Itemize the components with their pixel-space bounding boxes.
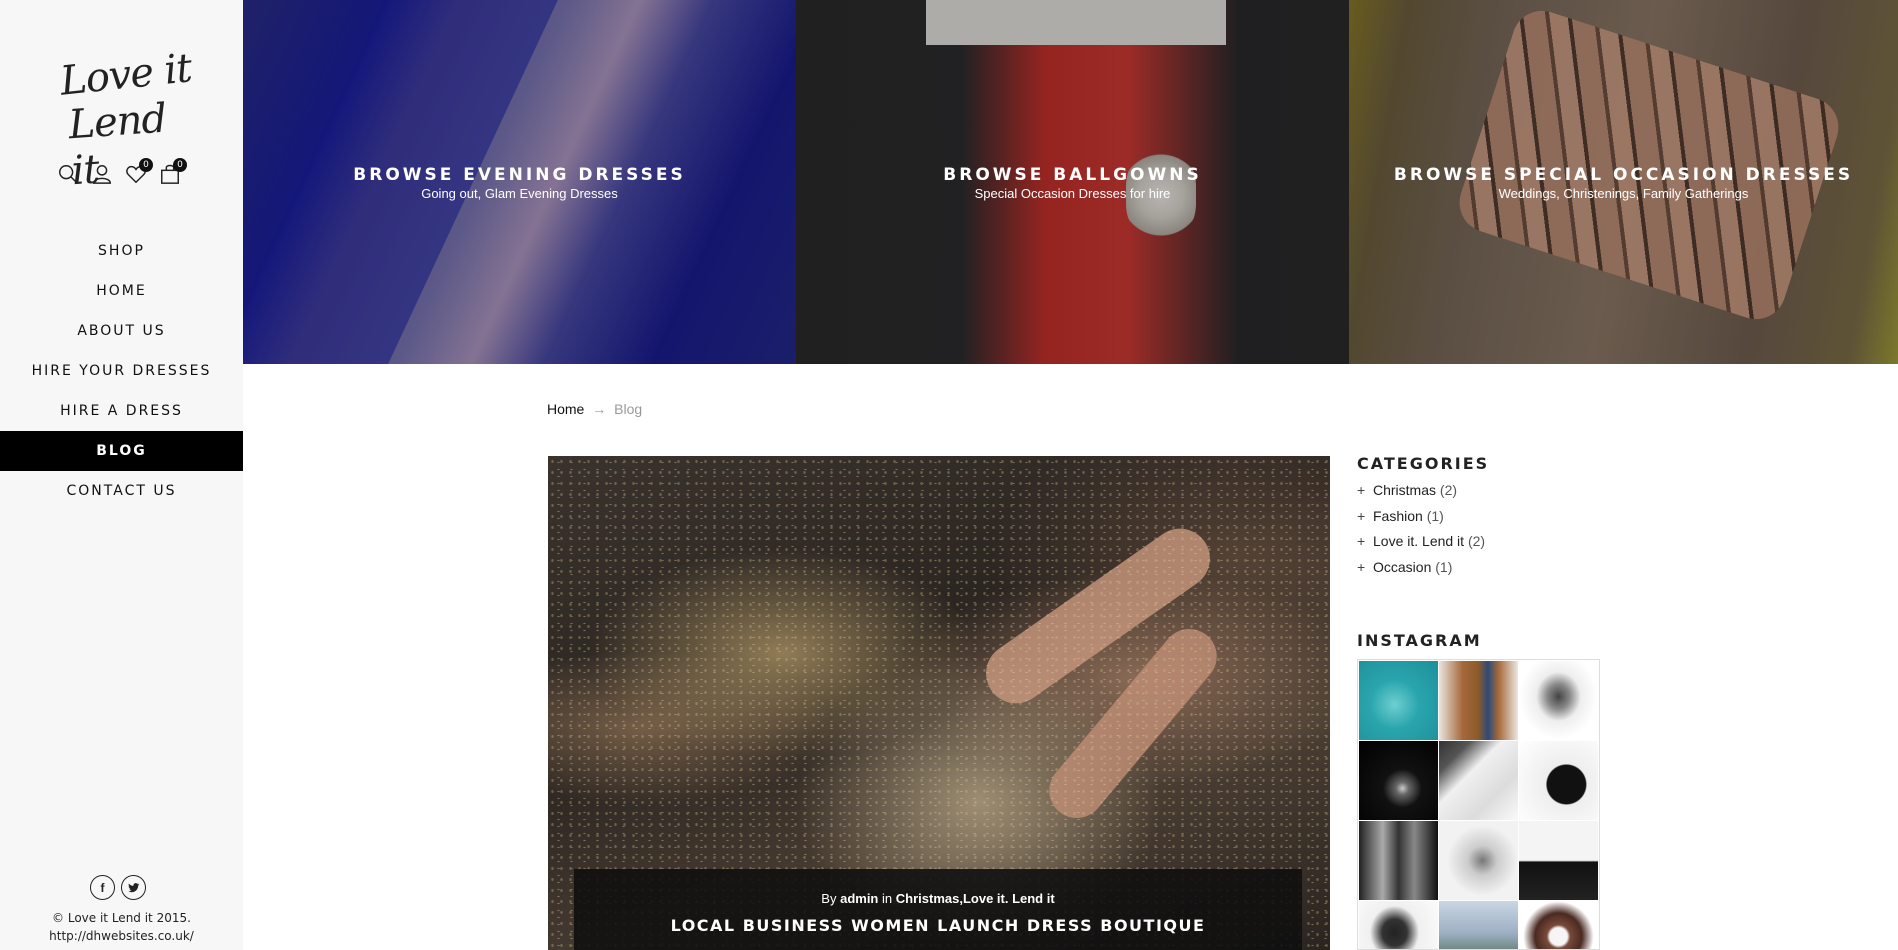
banner-caption: BROWSE BALLGOWNS Special Occasion Dresse…	[796, 165, 1349, 201]
instagram-photo[interactable]	[1519, 901, 1598, 949]
breadcrumb-current: Blog	[614, 401, 643, 417]
categories-widget-title: CATEGORIES	[1357, 454, 1490, 473]
plus-icon: +	[1357, 533, 1366, 549]
instagram-grid	[1357, 659, 1600, 950]
site-logo[interactable]: Love it Lend it	[54, 45, 194, 194]
bag-icon[interactable]: 0	[159, 158, 187, 187]
instagram-widget-title: INSTAGRAM	[1357, 631, 1482, 650]
breadcrumb: Home → Blog	[547, 401, 642, 417]
banner-ballgowns[interactable]: BROWSE BALLGOWNS Special Occasion Dresse…	[796, 0, 1349, 364]
social-links: f	[90, 875, 146, 900]
banner-subtitle: Going out, Glam Evening Dresses	[421, 186, 618, 201]
categories-list: + Christmas (2) + Fashion (1) + Love it. Le…	[1357, 482, 1485, 584]
cart-count-badge: 0	[173, 158, 187, 172]
main-nav: SHOP HOME ABOUT US HIRE YOUR DRESSES HIR…	[0, 231, 243, 511]
facebook-icon[interactable]: f	[90, 875, 115, 900]
copyright-line: © Love it Lend it 2015.	[52, 911, 191, 925]
banner-title: BROWSE BALLGOWNS	[943, 165, 1202, 185]
post-category-links[interactable]: Christmas,Love it. Lend it	[896, 891, 1055, 906]
instagram-photo[interactable]	[1439, 741, 1518, 820]
plus-icon: +	[1357, 507, 1366, 524]
banner-subtitle: Weddings, Christenings, Family Gathering…	[1498, 186, 1749, 201]
nav-item-hire-a-dress[interactable]: HIRE A DRESS	[0, 391, 243, 431]
twitter-icon[interactable]	[121, 875, 146, 900]
instagram-photo[interactable]	[1519, 821, 1598, 900]
breadcrumb-arrow-icon: →	[592, 401, 607, 417]
user-icon[interactable]	[91, 163, 113, 187]
category-item[interactable]: + Fashion (1)	[1357, 508, 1485, 534]
plus-icon: +	[1357, 558, 1366, 575]
instagram-photo[interactable]	[1519, 661, 1598, 740]
post-title[interactable]: LOCAL BUSINESS WOMEN LAUNCH DRESS BOUTIQ…	[574, 916, 1302, 935]
copyright-text: © Love it Lend it 2015. http://dhwebsite…	[0, 909, 243, 945]
credit-link[interactable]: http://dhwebsites.co.uk/	[0, 927, 243, 945]
instagram-photo[interactable]	[1359, 741, 1438, 820]
banner-caption: BROWSE EVENING DRESSES Going out, Glam E…	[243, 165, 796, 201]
post-byline: By admin in Christmas,Love it. Lend it	[821, 891, 1055, 906]
instagram-photo[interactable]	[1439, 821, 1518, 900]
plus-icon: +	[1357, 482, 1366, 498]
banner-title: BROWSE EVENING DRESSES	[353, 165, 686, 185]
banner-title: BROWSE SPECIAL OCCASION DRESSES	[1393, 165, 1854, 185]
nav-item-about-us[interactable]: ABOUT US	[0, 311, 243, 351]
nav-item-hire-your-dresses[interactable]: HIRE YOUR DRESSES	[0, 351, 243, 391]
breadcrumb-home-link[interactable]: Home	[547, 401, 584, 417]
banner-evening-dresses[interactable]: BROWSE EVENING DRESSES Going out, Glam E…	[243, 0, 796, 364]
sidebar: Love it Lend it 0 0 SHOP HOME ABOUT US H…	[0, 0, 243, 950]
nav-item-home[interactable]: HOME	[0, 271, 243, 311]
category-item[interactable]: + Love it. Lend it (2)	[1357, 533, 1485, 559]
search-icon[interactable]	[57, 163, 79, 187]
nav-item-blog[interactable]: BLOG	[0, 431, 243, 471]
heart-icon[interactable]: 0	[125, 158, 153, 187]
instagram-photo[interactable]	[1359, 901, 1438, 949]
banner-caption: BROWSE SPECIAL OCCASION DRESSES Weddings…	[1349, 165, 1898, 201]
post-author-link[interactable]: admin	[840, 891, 878, 906]
post-meta-overlay: By admin in Christmas,Love it. Lend it L…	[574, 869, 1302, 950]
header-icons: 0 0	[57, 158, 187, 191]
instagram-photo[interactable]	[1439, 901, 1518, 949]
wishlist-count-badge: 0	[139, 158, 153, 172]
category-item[interactable]: + Occasion (1)	[1357, 559, 1485, 585]
banner-special-occasion[interactable]: BROWSE SPECIAL OCCASION DRESSES Weddings…	[1349, 0, 1898, 364]
blog-post-card[interactable]: By admin in Christmas,Love it. Lend it L…	[548, 456, 1330, 950]
instagram-photo[interactable]	[1439, 661, 1518, 740]
banner-subtitle: Special Occasion Dresses for hire	[974, 186, 1171, 201]
nav-item-shop[interactable]: SHOP	[0, 231, 243, 271]
category-item[interactable]: + Christmas (2)	[1357, 482, 1485, 508]
instagram-photo[interactable]	[1359, 821, 1438, 900]
instagram-photo[interactable]	[1519, 741, 1598, 820]
nav-item-contact-us[interactable]: CONTACT US	[0, 471, 243, 511]
category-banners: BROWSE EVENING DRESSES Going out, Glam E…	[243, 0, 1898, 364]
instagram-photo[interactable]	[1359, 661, 1438, 740]
